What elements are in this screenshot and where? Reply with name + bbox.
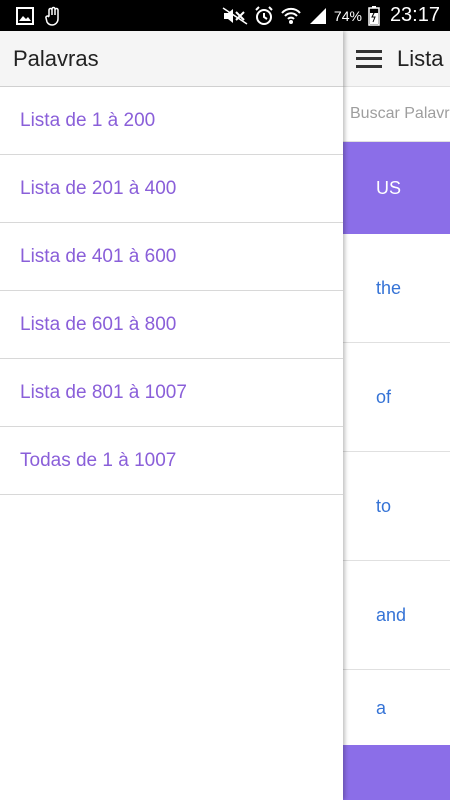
battery-icon: [368, 5, 380, 26]
drawer-item-201-400[interactable]: Lista de 201 à 400: [0, 155, 343, 223]
page-title: Lista: [397, 45, 444, 71]
bottom-bar: [343, 745, 450, 800]
drawer-item-1-200[interactable]: Lista de 1 à 200: [0, 87, 343, 155]
main-toolbar: Lista: [343, 31, 450, 87]
drawer-item-601-800[interactable]: Lista de 601 à 800: [0, 291, 343, 359]
word-item[interactable]: to: [343, 452, 450, 561]
drawer-item-all[interactable]: Todas de 1 à 1007: [0, 427, 343, 495]
drawer-title: Palavras: [0, 31, 343, 87]
search-input[interactable]: [350, 105, 450, 123]
wifi-icon: [280, 6, 302, 26]
navigation-drawer: Palavras Lista de 1 à 200 Lista de 201 à…: [0, 31, 343, 800]
search-bar: [343, 87, 450, 142]
app-screen: 74% 23:17 Lista US the of to and a Palav…: [0, 0, 450, 800]
mute-icon: [222, 6, 248, 25]
status-bar: 74% 23:17: [0, 0, 450, 31]
drawer-item-401-600[interactable]: Lista de 401 à 600: [0, 223, 343, 291]
signal-icon: [308, 7, 328, 25]
word-item[interactable]: the: [343, 234, 450, 343]
word-item[interactable]: a: [343, 670, 450, 747]
main-content: Lista US the of to and a: [343, 31, 450, 800]
battery-percent: 74%: [333, 7, 362, 24]
drawer-item-801-1007[interactable]: Lista de 801 à 1007: [0, 359, 343, 427]
image-icon: [16, 6, 34, 25]
list-header: US: [343, 142, 450, 234]
hand-icon: [44, 6, 62, 26]
clock-time: 23:17: [389, 4, 440, 26]
word-item[interactable]: of: [343, 343, 450, 452]
word-item[interactable]: and: [343, 561, 450, 670]
alarm-icon: [254, 5, 274, 26]
menu-icon[interactable]: [356, 49, 382, 68]
word-list: US the of to and a: [343, 142, 450, 747]
